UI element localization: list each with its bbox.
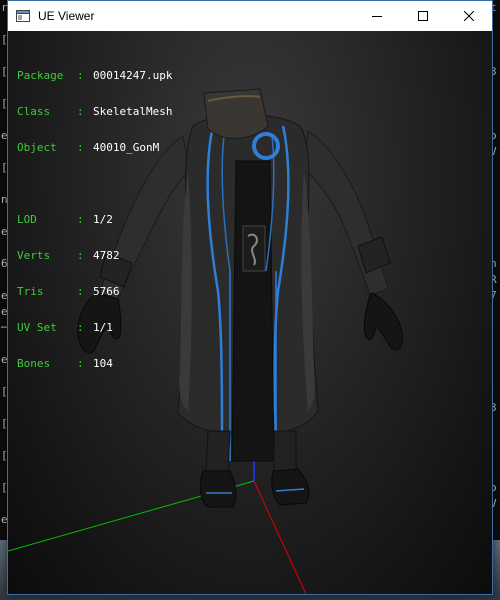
title-bar[interactable]: UE Viewer	[8, 1, 492, 31]
info-label-verts: Verts	[17, 249, 51, 262]
info-value-tris: 5766	[93, 285, 120, 298]
info-label-lod: LOD	[17, 213, 37, 226]
info-row-tris: Tris : 5766	[17, 286, 172, 298]
info-sep: :	[77, 249, 84, 262]
info-value-object: 40010_GonM	[93, 141, 160, 154]
maximize-button[interactable]	[400, 1, 446, 31]
mesh-info-overlay: Package : 00014247.upk Class : SkeletalM…	[17, 46, 172, 394]
minimize-button[interactable]	[354, 1, 400, 31]
info-sep: :	[77, 141, 84, 154]
info-sep: :	[77, 105, 84, 118]
info-value-bones: 104	[93, 357, 113, 370]
ue-viewer-window[interactable]: UE Viewer Package: 00014247.upk Class:…	[7, 0, 493, 595]
info-row-object: Object : 40010_GonM	[17, 142, 172, 154]
info-sep: :	[77, 285, 84, 298]
info-sep: :	[77, 69, 84, 82]
info-sep: :	[77, 213, 84, 226]
info-label-package: Package	[17, 69, 64, 82]
close-button[interactable]	[446, 1, 492, 31]
window-title: UE Viewer	[38, 9, 95, 23]
info-label-bones: Bones	[17, 357, 51, 370]
info-row-lod: LOD : 1/2	[17, 214, 172, 226]
info-label-tris: Tris	[17, 285, 44, 298]
info-sep: :	[77, 357, 84, 370]
info-value-package: 00014247.upk	[93, 69, 173, 82]
info-label-uvset: UV Set	[17, 321, 57, 334]
3d-viewport[interactable]: Package : 00014247.upk Class : SkeletalM…	[8, 31, 492, 594]
info-row-verts: Verts : 4782	[17, 250, 172, 262]
info-row-class: Class : SkeletalMesh	[17, 106, 172, 118]
info-value-class: SkeletalMesh	[93, 105, 173, 118]
info-sep: :	[77, 321, 84, 334]
info-value-verts: 4782	[93, 249, 120, 262]
maximize-icon	[418, 11, 428, 21]
close-icon	[464, 11, 474, 21]
info-row-package: Package : 00014247.upk	[17, 70, 172, 82]
info-label-class: Class	[17, 105, 51, 118]
info-value-uvset: 1/1	[93, 321, 113, 334]
info-row-bones: Bones : 104	[17, 358, 172, 370]
info-label-object: Object	[17, 141, 57, 154]
minimize-icon	[372, 16, 382, 17]
info-value-lod: 1/2	[93, 213, 113, 226]
app-window-icon	[16, 10, 30, 22]
info-row-uvset: UV Set : 1/1	[17, 322, 172, 334]
